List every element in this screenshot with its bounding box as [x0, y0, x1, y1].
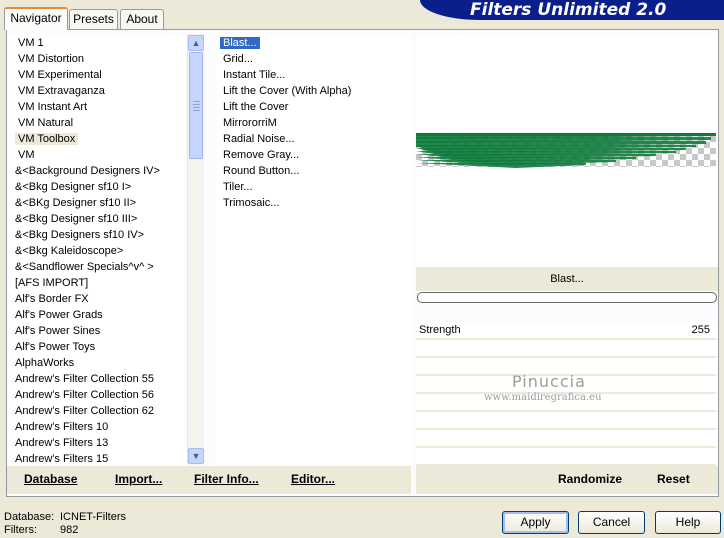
- filter-item[interactable]: MirrororriM: [220, 115, 280, 131]
- scroll-thumb[interactable]: [189, 52, 203, 159]
- filter-item[interactable]: Instant Tile...: [220, 67, 288, 83]
- scroll-down-button[interactable]: ▼: [188, 448, 204, 464]
- watermark-url: www.maidiregrafica.eu: [484, 392, 602, 403]
- category-item[interactable]: Andrew's Filters 13: [12, 435, 111, 451]
- arrow-up-icon: ▲: [191, 38, 201, 48]
- category-item[interactable]: &<Bkg Designers sf10 IV>: [12, 227, 147, 243]
- import-button[interactable]: Import...: [115, 472, 162, 486]
- category-item[interactable]: Andrew's Filters 15: [12, 451, 111, 465]
- preview-pane: [416, 34, 718, 267]
- filter-item[interactable]: Trimosaic...: [220, 195, 282, 211]
- filter-info-button[interactable]: Filter Info...: [194, 472, 259, 486]
- cancel-button[interactable]: Cancel: [578, 511, 645, 534]
- slider-row[interactable]: [416, 430, 716, 448]
- filters-count: 982: [60, 524, 79, 536]
- arrow-down-icon: ▼: [191, 451, 201, 461]
- category-item[interactable]: VM Extravaganza: [15, 83, 108, 99]
- tab-presets[interactable]: Presets: [69, 9, 118, 29]
- filter-item[interactable]: Blast...: [220, 35, 260, 51]
- category-item[interactable]: &<Bkg Designer sf10 I>: [12, 179, 134, 195]
- database-value: ICNET-Filters: [60, 511, 126, 523]
- category-item[interactable]: Andrew's Filter Collection 62: [12, 403, 157, 419]
- category-item[interactable]: Andrew's Filters 10: [12, 419, 111, 435]
- help-button[interactable]: Help: [655, 511, 721, 534]
- scroll-up-button[interactable]: ▲: [188, 35, 204, 51]
- category-item[interactable]: VM: [15, 147, 38, 163]
- category-item[interactable]: VM Toolbox: [15, 131, 79, 147]
- category-item[interactable]: AlphaWorks: [12, 355, 77, 371]
- category-item[interactable]: VM Natural: [15, 115, 76, 131]
- filter-item[interactable]: Grid...: [220, 51, 256, 67]
- progress-bar: [417, 292, 717, 303]
- category-item[interactable]: &<BKg Designer sf10 II>: [12, 195, 139, 211]
- reset-button[interactable]: Reset: [657, 472, 690, 486]
- category-item[interactable]: VM 1: [15, 35, 47, 51]
- slider-row[interactable]: Strength 255: [416, 322, 716, 340]
- app-title: Filters Unlimited 2.0: [470, 0, 667, 20]
- category-item[interactable]: Andrew's Filter Collection 56: [12, 387, 157, 403]
- category-item[interactable]: &<Bkg Kaleidoscope>: [12, 243, 126, 259]
- category-item[interactable]: Alf's Power Toys: [12, 339, 98, 355]
- filter-item[interactable]: Lift the Cover: [220, 99, 291, 115]
- database-button[interactable]: Database: [24, 472, 77, 486]
- filter-item[interactable]: Lift the Cover (With Alpha): [220, 83, 354, 99]
- category-item[interactable]: [AFS IMPORT]: [12, 275, 91, 291]
- slider-label: Strength: [419, 324, 461, 336]
- category-item[interactable]: Alf's Power Grads: [12, 307, 106, 323]
- editor-button[interactable]: Editor...: [291, 472, 335, 486]
- category-list[interactable]: VM 1 VM Distortion VM Experimental VM Extra…: [7, 34, 187, 465]
- slider-row[interactable]: [416, 340, 716, 358]
- category-item[interactable]: &<Bkg Designer sf10 III>: [12, 211, 140, 227]
- tab-navigator[interactable]: Navigator: [4, 7, 68, 30]
- category-scrollbar[interactable]: ▲ ▼: [187, 34, 204, 465]
- filter-item[interactable]: Tiler...: [220, 179, 256, 195]
- category-item[interactable]: Alf's Border FX: [12, 291, 92, 307]
- filter-list[interactable]: Blast... Grid... Instant Tile... Lift the C…: [216, 34, 411, 465]
- category-item[interactable]: &<Background Designers IV>: [12, 163, 163, 179]
- category-item[interactable]: Alf's Power Sines: [12, 323, 103, 339]
- selected-filter-name: Blast...: [416, 267, 718, 291]
- filter-item[interactable]: Round Button...: [220, 163, 302, 179]
- watermark-name: Pinuccia: [512, 372, 586, 391]
- filter-item[interactable]: Remove Gray...: [220, 147, 302, 163]
- apply-button[interactable]: Apply: [502, 511, 569, 534]
- filters-label: Filters:: [4, 524, 37, 536]
- database-label: Database:: [4, 511, 55, 523]
- slider-row[interactable]: [416, 448, 716, 466]
- category-item[interactable]: Andrew's Filter Collection 55: [12, 371, 157, 387]
- left-toolbar: Database Import... Filter Info... Editor…: [7, 466, 411, 494]
- preview-image: [416, 133, 716, 168]
- right-toolbar: Randomize Reset: [416, 466, 718, 494]
- slider-value: 255: [691, 324, 710, 336]
- category-item[interactable]: VM Instant Art: [15, 99, 90, 115]
- category-item[interactable]: VM Experimental: [15, 67, 105, 83]
- filter-item[interactable]: Radial Noise...: [220, 131, 298, 147]
- randomize-button[interactable]: Randomize: [558, 472, 622, 486]
- tab-about[interactable]: About: [120, 9, 164, 29]
- category-item[interactable]: VM Distortion: [15, 51, 87, 67]
- category-item[interactable]: &<Sandflower Specials^v^ >: [12, 259, 157, 275]
- slider-row[interactable]: [416, 412, 716, 430]
